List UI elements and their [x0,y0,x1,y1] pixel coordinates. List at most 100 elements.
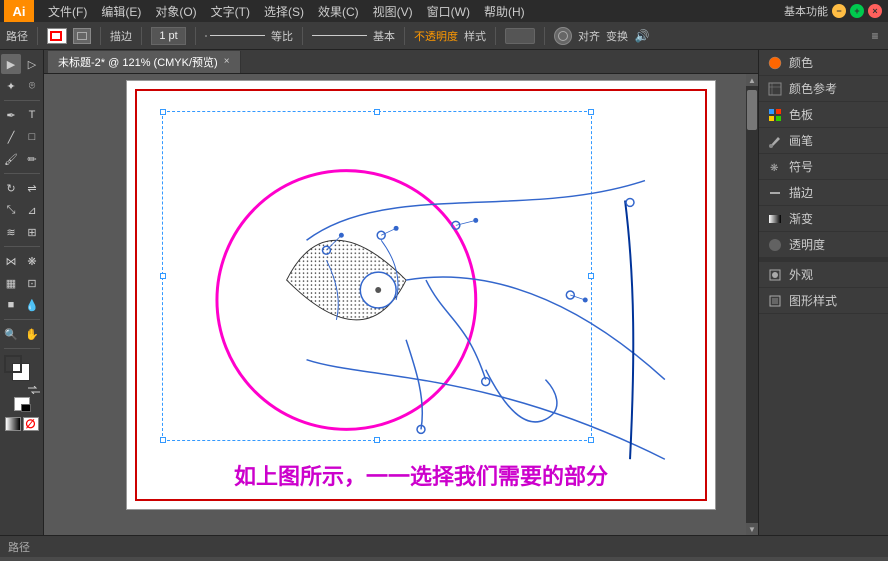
gradient-icon [767,211,783,227]
panel-item-color-ref[interactable]: 颜色参考 [759,76,888,102]
scroll-up-button[interactable]: ▲ [746,74,758,86]
pen-tool[interactable]: ✒ [1,105,21,125]
eyedropper-tool[interactable]: 💧 [22,295,42,315]
ai-logo-icon: Ai [4,0,34,22]
style-preview[interactable] [505,28,535,44]
menu-object[interactable]: 对象(O) [149,1,202,22]
tab-document[interactable]: 未标题-2* @ 121% (CMYK/预览) × [48,51,241,73]
scrollbar-right[interactable]: ▲ ▼ [746,74,758,535]
panel-item-stroke[interactable]: 描边 [759,180,888,206]
graph-tool[interactable]: ▦ [1,273,21,293]
gradient-tool[interactable]: ■ [1,295,21,315]
text-tool[interactable]: T [22,105,42,125]
panel-item-swatch[interactable]: 色板 [759,102,888,128]
free-transform-tool[interactable]: ⊞ [22,222,42,242]
menu-help[interactable]: 帮助(H) [478,1,531,22]
expand-icon[interactable]: ≡ [868,29,882,43]
scroll-thumb[interactable] [747,90,757,130]
caption-text: 如上图所示，一一选择我们需要的部分 [234,459,608,491]
pencil-tool[interactable]: ✏ [22,149,42,169]
stroke-color-control[interactable] [4,355,22,373]
swap-icon[interactable] [28,383,40,391]
mesh-tool[interactable]: ⊡ [22,273,42,293]
shear-tool[interactable]: ⊿ [22,200,42,220]
none-btn[interactable]: ∅ [23,417,39,431]
tool-sep-5 [4,348,40,349]
align-label[interactable]: 对齐 [578,28,600,44]
hand-tool[interactable]: ✋ [22,324,42,344]
fg-swatch[interactable] [14,397,30,411]
titlebar: Ai 文件(F) 编辑(E) 对象(O) 文字(T) 选择(S) 效果(C) 视… [0,0,888,22]
tool-row-12: 🔍 ✋ [1,324,42,344]
equal-label: 等比 [271,28,293,44]
tab-bar: 未标题-2* @ 121% (CMYK/预览) × [44,50,758,74]
stroke-icon [767,185,783,201]
gradient-btn[interactable] [5,417,21,431]
stroke-box-icon[interactable] [73,28,91,44]
scale-tool[interactable]: ⤡ [1,200,21,220]
style-label[interactable]: 样式 [464,28,486,44]
menu-edit[interactable]: 编辑(E) [95,1,147,22]
statusbar: 路径 [0,535,888,557]
line-tool[interactable]: ╱ [1,127,21,147]
opacity-label[interactable]: 不透明度 [414,28,458,44]
speaker-icon[interactable]: 🔊 [634,29,650,43]
stroke-mode-label[interactable]: 描边 [110,28,132,44]
svg-text:❋: ❋ [770,163,778,174]
rotate-tool[interactable]: ↻ [1,178,21,198]
scroll-down-button[interactable]: ▼ [746,523,758,535]
canvas-area: 未标题-2* @ 121% (CMYK/预览) × [44,50,758,535]
artboard: 如上图所示，一一选择我们需要的部分 [126,80,716,510]
menu-text[interactable]: 文字(T) [205,1,256,22]
maximize-button[interactable]: + [850,4,864,18]
lasso-tool[interactable]: ⌾ [22,76,42,96]
panel-item-brush[interactable]: 画笔 [759,128,888,154]
panel-item-appearance[interactable]: 外观 [759,262,888,288]
shape-tool[interactable]: □ [22,127,42,147]
toolbar-sep-7 [495,27,496,45]
tab-close-button[interactable]: × [224,56,230,67]
reflect-tool[interactable]: ⇌ [22,178,42,198]
panel-label-appearance: 外观 [789,266,813,283]
tool-row-9: ⋈ ❋ [1,251,42,271]
select-tool[interactable]: ▶ [1,54,21,74]
globe-icon[interactable] [554,27,572,45]
canvas-container[interactable]: 如上图所示，一一选择我们需要的部分 ▲ ▼ [44,74,758,535]
panel-item-graphic-style[interactable]: 图形样式 [759,288,888,314]
tool-sep-2 [4,173,40,174]
panel-item-color[interactable]: 颜色 [759,50,888,76]
zoom-tool[interactable]: 🔍 [1,324,21,344]
panel-item-opacity[interactable]: 透明度 [759,232,888,258]
tool-row-5: 🖌 ✏ [1,149,42,169]
menu-view[interactable]: 视图(V) [367,1,419,22]
panel-item-symbol[interactable]: ❋ 符号 [759,154,888,180]
toolbar-separator-2 [100,27,101,45]
transform-label[interactable]: 变换 [606,28,628,44]
toolbar-sep-6 [404,27,405,45]
symbol-tool[interactable]: ❋ [22,251,42,271]
brush-tool[interactable]: 🖌 [1,149,21,169]
main-area: ▶ ▷ ✦ ⌾ ✒ T ╱ □ 🖌 ✏ ↻ ⇌ ⤡ ⊿ ≋ [0,50,888,535]
warp-tool[interactable]: ≋ [1,222,21,242]
toolbar-sep-8 [544,27,545,45]
magic-wand-tool[interactable]: ✦ [1,76,21,96]
blend-tool[interactable]: ⋈ [1,251,21,271]
tool-row-7: ⤡ ⊿ [1,200,42,220]
graphic-style-icon [767,293,783,309]
menu-file[interactable]: 文件(F) [42,1,93,22]
right-panel: 颜色 颜色参考 色板 画笔 ❋ 符号 [758,50,888,535]
color-controls [4,355,40,391]
stroke-width-input[interactable] [151,27,186,45]
panel-label-gradient: 渐变 [789,210,813,227]
direct-select-tool[interactable]: ▷ [22,54,42,74]
stroke-color-box[interactable] [47,28,67,44]
minimize-button[interactable]: − [832,4,846,18]
panel-item-gradient[interactable]: 渐变 [759,206,888,232]
menu-effect[interactable]: 效果(C) [312,1,365,22]
tool-row-6: ↻ ⇌ [1,178,42,198]
menu-select[interactable]: 选择(S) [258,1,310,22]
menu-window[interactable]: 窗口(W) [421,1,476,22]
close-button[interactable]: × [868,4,882,18]
color-ref-icon [767,81,783,97]
titlebar-left: Ai 文件(F) 编辑(E) 对象(O) 文字(T) 选择(S) 效果(C) 视… [0,0,531,22]
